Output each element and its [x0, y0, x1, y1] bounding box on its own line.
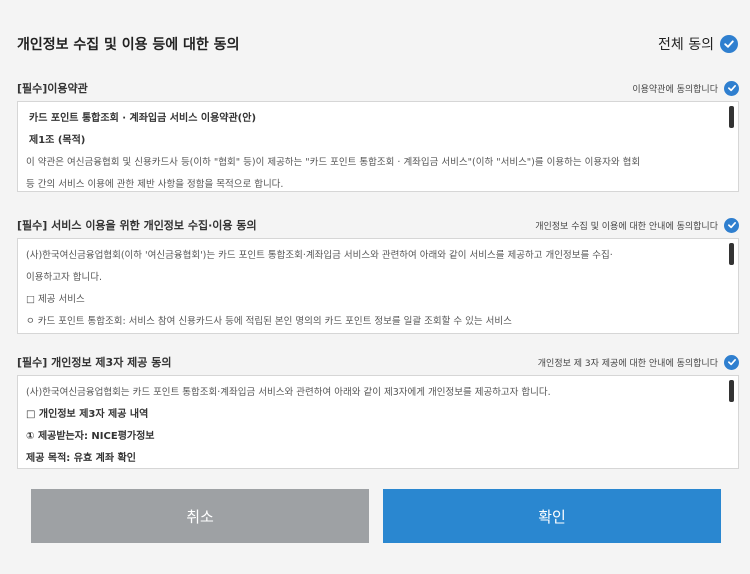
cancel-button[interactable]: 취소	[31, 489, 369, 543]
terms-text: ㅇ 카드 포인트 통합조회: 서비스 참여 신용카드사 등에 적립된 본인 명의…	[26, 316, 512, 327]
third-party-agree-toggle[interactable]: 개인정보 제 3자 제공에 대한 안내에 동의합니다	[537, 354, 739, 370]
terms-text: 제공 목적: 유효 계좌 확인	[26, 453, 136, 464]
terms-article: 제1조 (목적)	[29, 135, 86, 146]
terms-heading: 카드 포인트 통합조회 · 계좌입금 서비스 이용약관(안)	[29, 113, 257, 124]
check-circle-icon[interactable]	[720, 35, 738, 53]
third-party-scroll-box[interactable]: (사)한국여신금융업협회는 카드 포인트 통합조회·계좌입금 서비스와 관련하여…	[17, 375, 739, 469]
section-title: [필수]이용약관	[17, 82, 88, 95]
terms-text: ① 제공받는자: NICE평가정보	[26, 431, 155, 442]
page-title: 개인정보 수집 및 이용 등에 대한 동의	[17, 37, 240, 53]
terms-agree-toggle[interactable]: 이용약관에 동의합니다	[632, 80, 739, 96]
section-title: [필수] 서비스 이용을 위한 개인정보 수집·이용 동의	[17, 219, 257, 232]
check-circle-icon[interactable]	[724, 354, 739, 370]
terms-section: [필수]이용약관 이용약관에 동의합니다 카드 포인트 통합조회 · 계좌입금 …	[17, 79, 739, 192]
agree-label: 이용약관에 동의합니다	[632, 84, 718, 95]
scrollbar-thumb[interactable]	[729, 380, 734, 402]
agree-label: 개인정보 제 3자 제공에 대한 안내에 동의합니다	[537, 358, 718, 369]
all-agree-toggle[interactable]: 전체 동의	[658, 34, 738, 54]
terms-text: □ 개인정보 제3자 제공 내역	[26, 409, 149, 420]
scrollbar-thumb[interactable]	[729, 106, 734, 128]
terms-text: □ 제공 서비스	[26, 294, 85, 305]
collection-agree-toggle[interactable]: 개인정보 수집 및 이용에 대한 안내에 동의합니다	[535, 217, 739, 233]
all-agree-label: 전체 동의	[658, 37, 714, 53]
terms-text: (사)한국여신금융업협회(이하 '여신금융협회')는 카드 포인트 통합조회·계…	[26, 250, 613, 261]
collection-scroll-box[interactable]: (사)한국여신금융업협회(이하 '여신금융협회')는 카드 포인트 통합조회·계…	[17, 238, 739, 334]
terms-text: (사)한국여신금융업협회는 카드 포인트 통합조회·계좌입금 서비스와 관련하여…	[26, 387, 551, 398]
confirm-button[interactable]: 확인	[383, 489, 721, 543]
agree-label: 개인정보 수집 및 이용에 대한 안내에 동의합니다	[535, 221, 718, 232]
section-title: [필수] 개인정보 제3자 제공 동의	[17, 356, 172, 369]
terms-text: 이 약관은 여신금융협회 및 신용카드사 등(이하 "협회" 등)이 제공하는 …	[26, 157, 641, 168]
terms-scroll-box[interactable]: 카드 포인트 통합조회 · 계좌입금 서비스 이용약관(안) 제1조 (목적) …	[17, 101, 739, 192]
check-circle-icon[interactable]	[724, 80, 739, 96]
scrollbar-thumb[interactable]	[729, 243, 734, 265]
privacy-collection-section: [필수] 서비스 이용을 위한 개인정보 수집·이용 동의 개인정보 수집 및 …	[17, 216, 739, 334]
terms-text: 등 간의 서비스 이용에 관한 제반 사항을 정함을 목적으로 합니다.	[26, 179, 284, 190]
terms-text: 이용하고자 합니다.	[26, 272, 102, 283]
check-circle-icon[interactable]	[724, 217, 739, 233]
third-party-section: [필수] 개인정보 제3자 제공 동의 개인정보 제 3자 제공에 대한 안내에…	[17, 353, 739, 469]
